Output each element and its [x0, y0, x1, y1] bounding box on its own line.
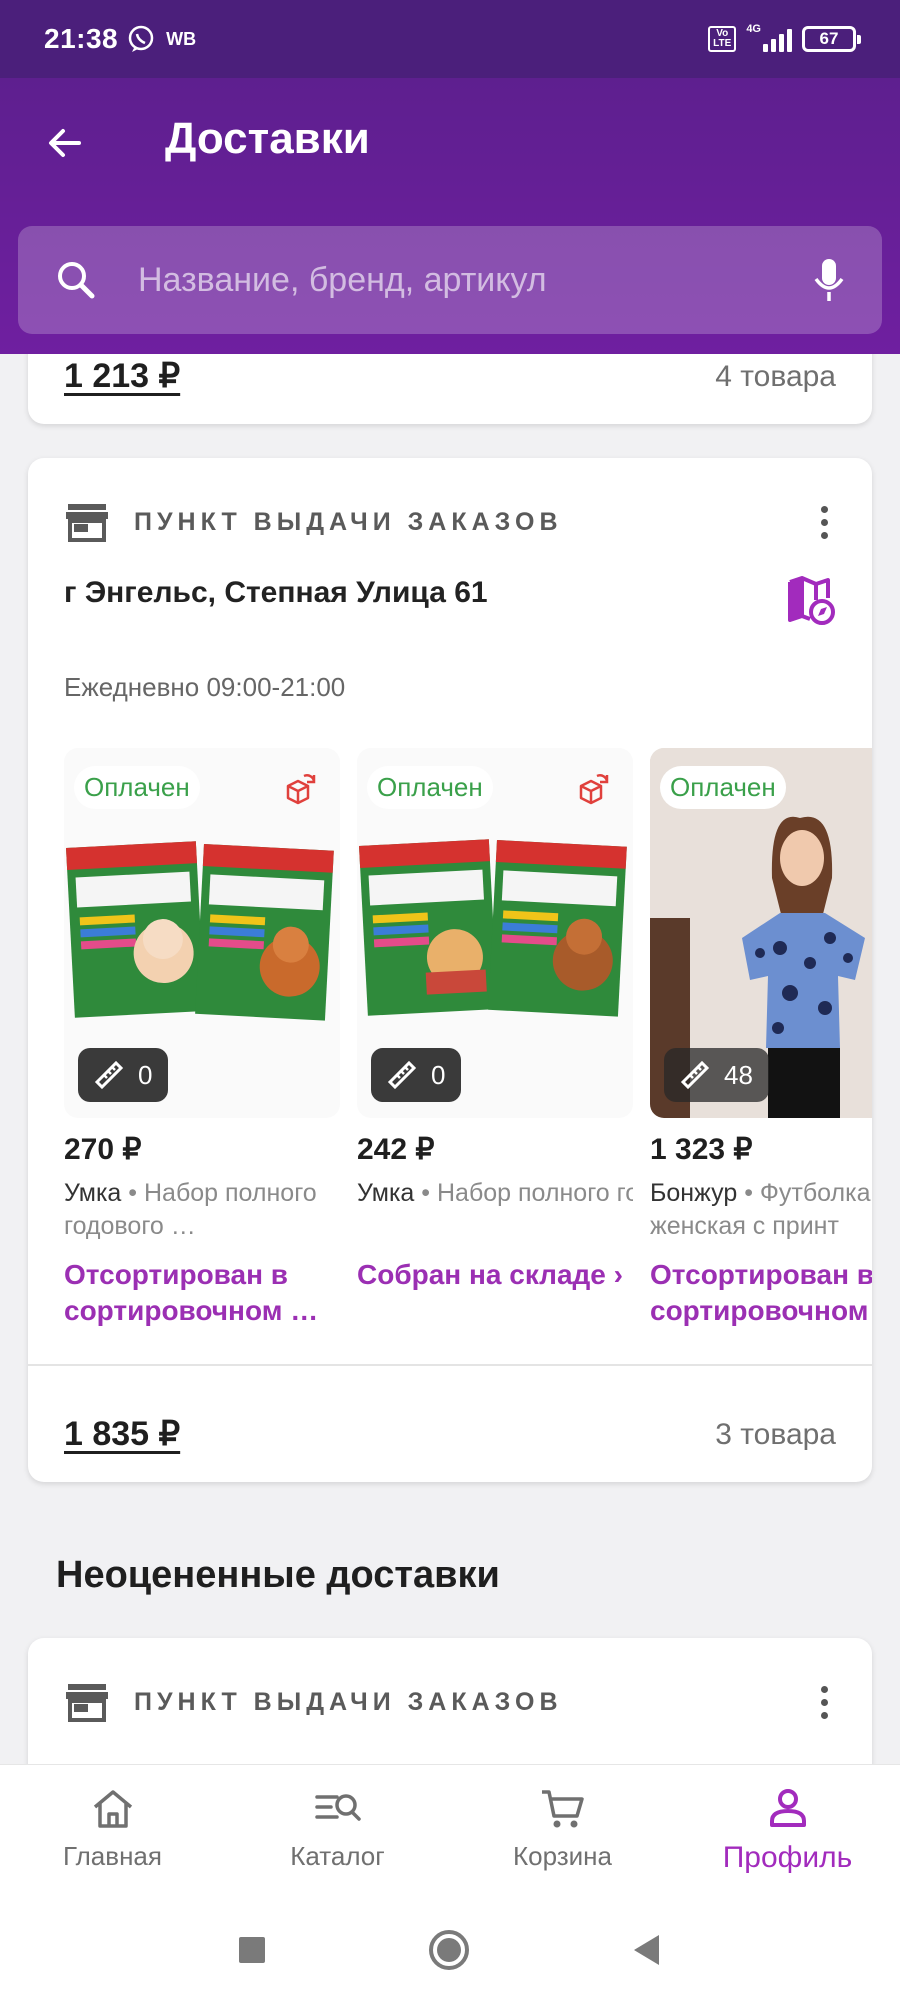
delivery-card-previous[interactable]: 1 213 ₽ 4 товара — [28, 354, 872, 424]
bottom-navigation: Главная Каталог Корзина Профиль — [0, 1764, 900, 1904]
size-badge: 0 — [371, 1048, 462, 1102]
nav-catalog[interactable]: Каталог — [225, 1765, 450, 1904]
product-status[interactable]: Собран на складе › — [357, 1257, 627, 1329]
product-image[interactable]: Оплачен 0 — [357, 748, 633, 1118]
product-brand: Бонжур — [650, 1179, 738, 1207]
product-image[interactable]: Оплачен 48 — [650, 748, 872, 1118]
pickup-address: г Энгельс, Степная Улица 61 — [64, 576, 488, 609]
battery-icon: 67 — [802, 26, 861, 52]
product-brand: Умка — [64, 1179, 122, 1207]
product-status[interactable]: Отсортирован в сортировочном — [650, 1257, 872, 1329]
unrated-delivery-card: ПУНКТ ВЫДАЧИ ЗАКАЗОВ — [28, 1638, 872, 1764]
paid-badge: Оплачен — [660, 766, 786, 809]
ruler-icon — [94, 1060, 124, 1090]
product-status[interactable]: Отсортирован в сортировочном … — [64, 1257, 340, 1329]
store-icon — [66, 1684, 108, 1722]
search-bar[interactable] — [18, 226, 882, 334]
back-button[interactable] — [40, 118, 90, 168]
delivery-count: 4 товара — [715, 360, 836, 393]
products-carousel[interactable]: Оплачен 0 270 ₽ Умка • Набор полного год… — [64, 748, 872, 1348]
volte-icon: Vo LTE — [708, 26, 737, 52]
product-brand: Умка — [357, 1179, 415, 1207]
back-system-button[interactable] — [631, 1933, 663, 1972]
size-value: 0 — [431, 1059, 446, 1090]
nav-home[interactable]: Главная — [0, 1765, 225, 1904]
pickup-header: ПУНКТ ВЫДАЧИ ЗАКАЗОВ — [64, 502, 834, 542]
paid-badge: Оплачен — [74, 766, 200, 809]
recents-button[interactable] — [237, 1935, 267, 1970]
nav-label: Главная — [63, 1841, 162, 1871]
status-bar: 21:38 WB Vo LTE 4G 67 — [0, 0, 900, 78]
home-icon — [93, 1790, 132, 1828]
store-icon — [66, 504, 108, 542]
divider — [28, 1364, 872, 1366]
wb-notification-tag: WB — [166, 28, 197, 49]
delivery-card: ПУНКТ ВЫДАЧИ ЗАКАЗОВ г Энгельс, Степная … — [28, 458, 872, 1482]
search-input[interactable] — [138, 260, 812, 300]
product-price: 242 ₽ — [357, 1133, 435, 1166]
product-price: 270 ₽ — [64, 1133, 142, 1166]
more-options-icon[interactable] — [814, 1685, 834, 1719]
delivery-total[interactable]: 1 835 ₽ — [64, 1414, 180, 1454]
product-card[interactable]: Оплачен 0 242 ₽ Умка • Набор полного год… — [357, 748, 633, 1329]
viber-icon — [126, 24, 156, 54]
deliveries-list: 1 213 ₽ 4 товара ПУНКТ ВЫДАЧИ ЗАКАЗОВ г … — [0, 354, 900, 1764]
more-options-icon[interactable] — [814, 505, 834, 539]
arrow-left-icon — [49, 129, 81, 157]
pickup-hours: Ежедневно 09:00-21:00 — [64, 672, 346, 702]
nav-profile[interactable]: Профиль — [675, 1765, 900, 1904]
paid-badge: Оплачен — [367, 766, 493, 809]
profile-icon — [769, 1789, 806, 1827]
nav-label: Профиль — [722, 1841, 853, 1874]
page-title: Доставки — [165, 114, 370, 163]
triangle-back-icon — [634, 1934, 659, 1965]
product-card[interactable]: Оплачен 0 270 ₽ Умка • Набор полного год… — [64, 748, 340, 1329]
product-card[interactable]: Оплачен 48 1 323 ₽ Бонжур • Футболка жен… — [650, 748, 872, 1329]
pickup-header: ПУНКТ ВЫДАЧИ ЗАКАЗОВ — [64, 1682, 834, 1722]
ruler-icon — [680, 1060, 710, 1090]
product-name: Умка • Набор полного годового … — [357, 1177, 633, 1243]
signal-icon — [763, 26, 792, 52]
system-navigation — [0, 1904, 900, 2000]
product-title: • Набор полного годового … — [421, 1179, 633, 1207]
catalog-icon — [314, 1794, 361, 1821]
circle-icon — [429, 1929, 469, 1970]
unrated-section-title: Неоцененные доставки — [56, 1554, 500, 1596]
product-name: Умка • Набор полного годового … — [64, 1177, 340, 1243]
product-name: Бонжур • Футболка женская с принт — [650, 1177, 872, 1243]
ruler-icon — [387, 1060, 417, 1090]
size-badge: 48 — [664, 1048, 769, 1102]
size-value: 48 — [724, 1059, 753, 1090]
nav-label: Каталог — [290, 1841, 385, 1871]
product-price: 1 323 ₽ — [650, 1133, 753, 1166]
pickup-type-label: ПУНКТ ВЫДАЧИ ЗАКАЗОВ — [134, 507, 563, 536]
delivery-total[interactable]: 1 213 ₽ — [64, 356, 180, 396]
product-image[interactable]: Оплачен 0 — [64, 748, 340, 1118]
home-system-button[interactable] — [427, 1928, 471, 1977]
app-bar: Доставки — [0, 78, 900, 354]
search-icon — [58, 262, 95, 299]
map-icon[interactable] — [786, 576, 836, 633]
nav-cart[interactable]: Корзина — [450, 1765, 675, 1904]
pickup-type-label: ПУНКТ ВЫДАЧИ ЗАКАЗОВ — [134, 1687, 563, 1716]
square-icon — [239, 1936, 265, 1963]
network-type: 4G — [746, 23, 761, 35]
delivery-count: 3 товара — [715, 1418, 836, 1451]
nav-label: Корзина — [512, 1841, 613, 1871]
microphone-icon[interactable] — [812, 257, 846, 303]
clock: 21:38 — [44, 23, 119, 54]
cart-icon — [541, 1790, 584, 1828]
size-badge: 0 — [78, 1048, 169, 1102]
return-box-icon — [579, 774, 609, 805]
return-box-icon — [286, 774, 316, 805]
size-value: 0 — [138, 1059, 153, 1090]
